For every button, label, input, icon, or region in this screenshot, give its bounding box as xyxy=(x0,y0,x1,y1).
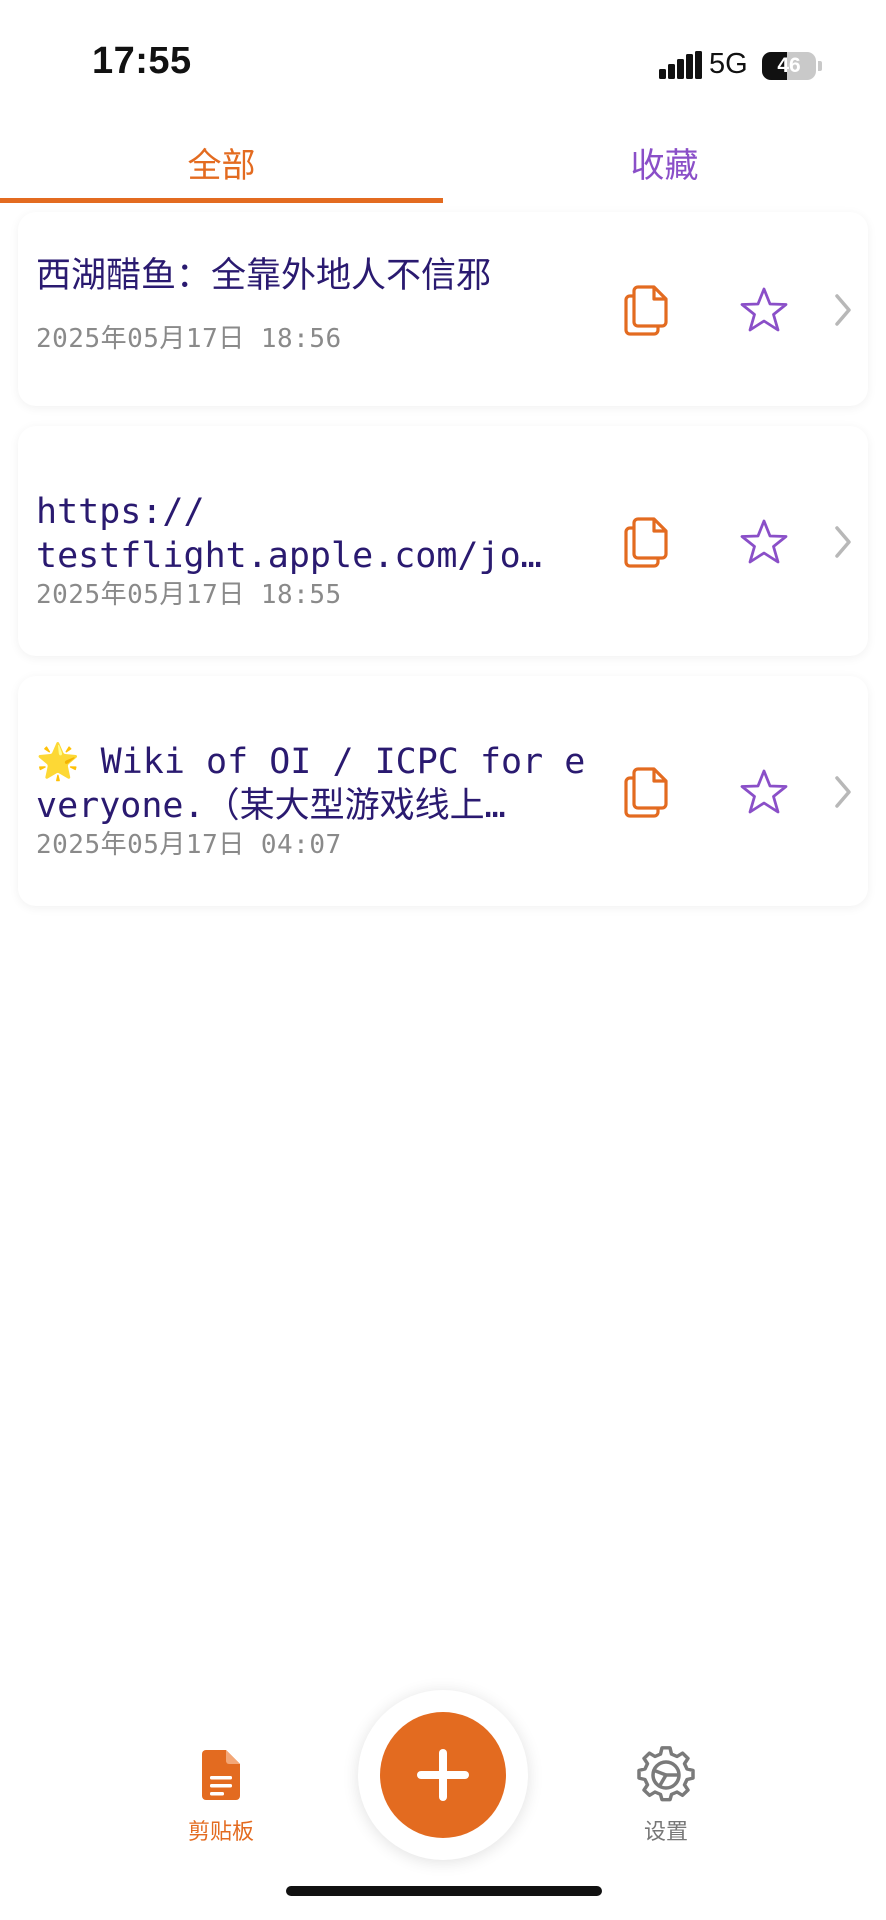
active-tab-indicator xyxy=(0,198,443,203)
plus-icon xyxy=(417,1749,469,1801)
copy-icon[interactable] xyxy=(624,284,670,336)
star-icon[interactable] xyxy=(740,768,788,816)
chevron-right-icon[interactable] xyxy=(833,292,853,328)
clip-text: 🌟 Wiki of OI / ICPC for everyone.（某大型游戏线… xyxy=(36,742,586,826)
cellular-signal-icon xyxy=(659,51,702,79)
battery-icon: 46 xyxy=(762,52,816,80)
star-icon[interactable] xyxy=(740,518,788,566)
document-icon xyxy=(202,1750,240,1800)
tab-bar: 全部 收藏 xyxy=(0,130,886,204)
clip-timestamp: 2025年05月17日 18:56 xyxy=(36,324,342,354)
chevron-right-icon[interactable] xyxy=(833,524,853,560)
clip-item[interactable]: 🌟 Wiki of OI / ICPC for everyone.（某大型游戏线… xyxy=(18,676,868,906)
clip-item[interactable]: 西湖醋鱼：全靠外地人不信邪 2025年05月17日 18:56 xyxy=(18,212,868,406)
clipboard-list: 西湖醋鱼：全靠外地人不信邪 2025年05月17日 18:56 https://… xyxy=(18,212,868,926)
nav-settings[interactable]: 设置 xyxy=(606,1746,726,1856)
network-type: 5G xyxy=(709,48,748,80)
star-icon[interactable] xyxy=(740,286,788,334)
gear-icon xyxy=(637,1746,695,1802)
copy-icon[interactable] xyxy=(624,516,670,568)
clip-item[interactable]: https:// testflight.apple.com/jo… 2025年0… xyxy=(18,426,868,656)
home-indicator[interactable] xyxy=(286,1886,602,1896)
copy-icon[interactable] xyxy=(624,766,670,818)
status-bar: 17:55 5G 46 xyxy=(0,0,886,120)
clip-text: 西湖醋鱼：全靠外地人不信邪 xyxy=(36,256,492,296)
add-button-ring xyxy=(358,1690,528,1860)
clip-timestamp: 2025年05月17日 04:07 xyxy=(36,830,342,860)
battery-level: 46 xyxy=(777,54,801,77)
battery-cap xyxy=(818,61,822,71)
nav-settings-label: 设置 xyxy=(643,1820,688,1845)
tab-favorites[interactable]: 收藏 xyxy=(443,130,886,200)
nav-clipboard[interactable]: 剪贴板 xyxy=(161,1746,281,1856)
nav-clipboard-label: 剪贴板 xyxy=(187,1820,254,1845)
chevron-right-icon[interactable] xyxy=(833,774,853,810)
add-button[interactable] xyxy=(380,1712,506,1838)
tab-all[interactable]: 全部 xyxy=(0,130,443,200)
clip-text: https:// testflight.apple.com/jo… xyxy=(36,492,542,576)
status-time: 17:55 xyxy=(92,40,192,82)
clip-timestamp: 2025年05月17日 18:55 xyxy=(36,580,342,610)
